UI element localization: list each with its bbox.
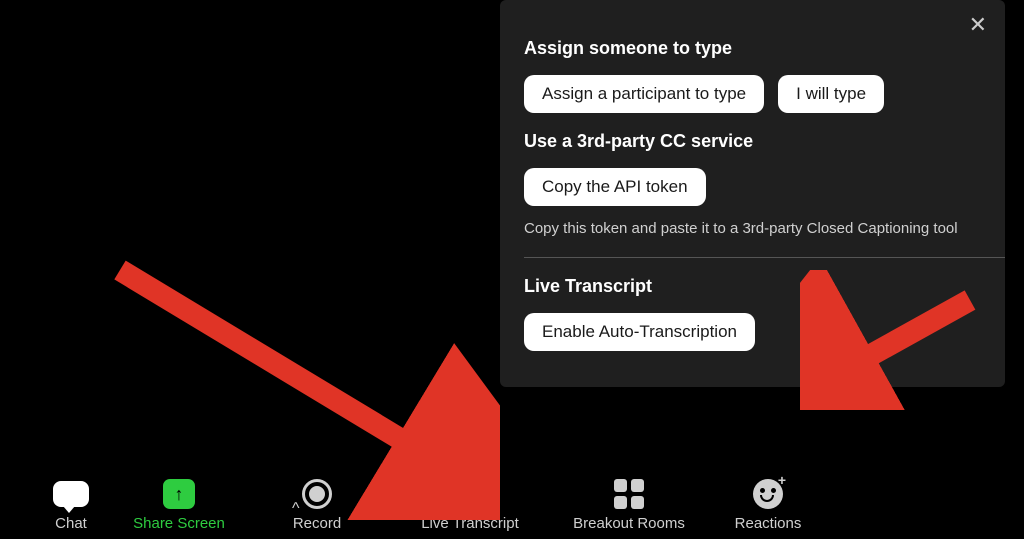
- close-icon[interactable]: ✕: [969, 14, 987, 36]
- i-will-type-button[interactable]: I will type: [778, 75, 884, 113]
- assign-participant-button[interactable]: Assign a participant to type: [524, 75, 764, 113]
- share-screen-button[interactable]: ↑ Share Screen: [114, 477, 244, 532]
- copy-api-token-button[interactable]: Copy the API token: [524, 168, 706, 206]
- copy-token-helper-text: Copy this token and paste it to a 3rd-pa…: [524, 218, 981, 239]
- cc-options-popup: ✕ Assign someone to type Assign a partic…: [500, 0, 1005, 387]
- live-transcript-button[interactable]: CC Live Transcript: [390, 477, 550, 532]
- live-transcript-label: Live Transcript: [421, 515, 519, 532]
- chat-label: Chat: [55, 515, 87, 532]
- breakout-rooms-label: Breakout Rooms: [573, 515, 685, 532]
- meeting-toolbar: Chat ↑ Share Screen ^ Record CC Live Tra…: [28, 477, 828, 532]
- breakout-icon: [614, 479, 644, 509]
- plus-badge-icon: +: [778, 472, 786, 488]
- record-icon: [302, 479, 332, 509]
- chat-icon: [53, 481, 89, 507]
- assign-section-title: Assign someone to type: [524, 38, 981, 59]
- chat-button[interactable]: Chat: [28, 477, 114, 532]
- share-screen-label: Share Screen: [133, 515, 225, 532]
- record-button[interactable]: Record: [244, 477, 390, 532]
- breakout-rooms-button[interactable]: Breakout Rooms: [550, 477, 708, 532]
- record-label: Record: [293, 515, 341, 532]
- share-screen-icon: ↑: [163, 479, 195, 509]
- live-transcript-section-title: Live Transcript: [524, 276, 981, 297]
- enable-auto-transcription-button[interactable]: Enable Auto-Transcription: [524, 313, 755, 351]
- section-divider: [524, 257, 1005, 258]
- reactions-icon: +: [753, 479, 783, 509]
- cc-icon: CC: [451, 480, 489, 508]
- third-party-section-title: Use a 3rd-party CC service: [524, 131, 981, 152]
- reactions-button[interactable]: + Reactions: [708, 477, 828, 532]
- reactions-label: Reactions: [735, 515, 802, 532]
